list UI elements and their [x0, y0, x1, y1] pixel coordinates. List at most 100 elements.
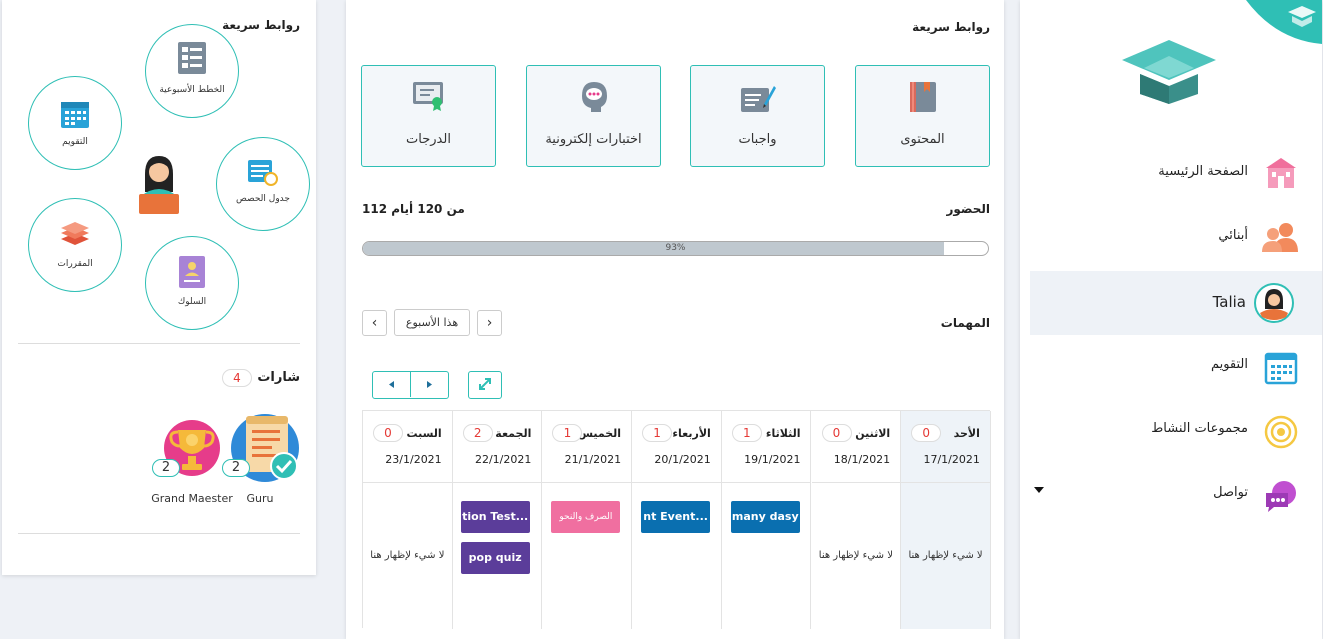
calendar-event[interactable]: tion Test...: [460, 501, 530, 533]
day-task-count: 2: [462, 424, 493, 442]
day-date: 23/1/2021: [385, 453, 442, 466]
dropdown-caret-icon[interactable]: [1034, 487, 1044, 493]
sidebar-item-label: تواصل: [1213, 485, 1248, 500]
day-column-thursday: الخميس 1 21/1/2021 الصرف والنحو: [542, 411, 633, 629]
sidebar-item-label: Talia: [1212, 293, 1246, 311]
sidebar-item-label: الصفحة الرئيسية: [1158, 164, 1248, 179]
calendar-event[interactable]: pop quiz: [460, 542, 530, 574]
badge-name: Guru: [246, 492, 274, 505]
weekly-plan-icon: [177, 41, 207, 79]
day-column-friday: الجمعة 2 22/1/2021 tion Test... pop quiz: [452, 411, 543, 629]
calendar-event[interactable]: الصرف والنحو: [551, 501, 621, 533]
school-icon: [1264, 156, 1298, 194]
attendance-progress-text: 93%: [665, 243, 686, 253]
books-icon: [59, 221, 91, 251]
behavior-icon: [178, 255, 206, 293]
quick-box-label: الدرجات: [406, 132, 451, 147]
empty-day-text: لا شيء لإظهار هنا: [908, 550, 983, 561]
quick-link-label: السلوك: [177, 297, 207, 307]
day-date: 20/1/2021: [654, 453, 711, 466]
day-task-count: 0: [373, 424, 403, 442]
sidebar-item-home[interactable]: الصفحة الرئيسية: [1030, 142, 1322, 206]
badge-count: 2: [152, 459, 180, 477]
week-prev-button[interactable]: ‹: [362, 310, 387, 336]
divider: [18, 343, 300, 344]
quick-link-behavior[interactable]: السلوك: [145, 236, 239, 330]
week-calendar: السبت 0 23/1/2021 لا شيء لإظهار هنا الجمعة…: [362, 410, 991, 629]
day-name: السبت: [406, 427, 442, 440]
certificate-icon: [412, 80, 446, 116]
empty-day-text: لا شيء لإظهار هنا: [370, 550, 445, 561]
quick-links-title: روابط سريعة: [912, 20, 990, 34]
avatar-icon: [1254, 283, 1294, 327]
badges-count: 4: [222, 369, 252, 387]
quick-box-online-exams[interactable]: اختبارات إلكترونية: [526, 65, 661, 167]
calendar-icon: [60, 99, 90, 133]
attendance-label: الحضور: [946, 202, 990, 216]
day-column-wednesday: الأربعاء 1 20/1/2021 nt Event...: [632, 411, 722, 629]
sidebar-item-calendar[interactable]: التقويم: [1030, 335, 1322, 399]
day-column-sunday: الأحد 0 17/1/2021 لا شيء لإظهار هنا: [901, 411, 991, 629]
sidebar-item-communication[interactable]: تواصل: [1030, 463, 1322, 527]
day-task-count: 1: [731, 424, 762, 442]
quick-box-grades[interactable]: الدرجات: [361, 65, 496, 167]
quick-links-panel: روابط سريعة الخطط الأسبوعية التقويم جدول…: [2, 0, 316, 575]
calendar-next-button[interactable]: [410, 372, 448, 397]
main-panel: روابط سريعة المحتوى واجبات اختبارات إلكت…: [346, 0, 1004, 639]
divider: [18, 533, 300, 534]
schedule-icon: [247, 158, 279, 192]
attendance-value: 112 من 120 أيام: [362, 202, 465, 216]
expand-button[interactable]: [468, 371, 502, 399]
day-task-count: 1: [642, 424, 673, 442]
quick-link-weekly-plans[interactable]: الخطط الأسبوعية: [145, 24, 239, 118]
badge-grand-maester[interactable]: 2 Grand Maester: [150, 412, 234, 512]
quick-link-courses[interactable]: المقررات: [28, 198, 122, 292]
day-name: الجمعة: [495, 427, 532, 440]
this-week-button[interactable]: هذا الأسبوع: [394, 309, 470, 336]
sidebar-item-activity-groups[interactable]: مجموعات النشاط: [1030, 399, 1322, 463]
book-icon: [908, 80, 938, 118]
chat-head-icon: [579, 80, 609, 118]
chat-icon: [1264, 479, 1298, 517]
day-name: الأحد: [953, 427, 980, 440]
calendar-event[interactable]: nt Event...: [641, 501, 711, 533]
quick-link-calendar[interactable]: التقويم: [28, 76, 122, 170]
school-logo-icon: [1114, 38, 1224, 110]
sidebar-item-talia[interactable]: Talia: [1030, 271, 1322, 335]
week-next-button[interactable]: ›: [477, 310, 502, 336]
student-avatar-illustration: [135, 152, 183, 218]
sidebar: الصفحة الرئيسية أبنائي Talia التقويم مجم…: [1020, 0, 1322, 639]
target-icon: [1264, 415, 1298, 453]
day-name: الأربعاء: [672, 427, 711, 440]
day-column-saturday: السبت 0 23/1/2021 لا شيء لإظهار هنا: [363, 411, 453, 629]
day-name: الخميس: [577, 427, 622, 440]
empty-day-text: لا شيء لإظهار هنا: [818, 550, 893, 561]
badge-guru[interactable]: 2 Guru: [222, 412, 300, 512]
day-date: 17/1/2021: [923, 453, 980, 466]
quick-links-title: روابط سريعة: [222, 18, 300, 32]
day-column-tuesday: الثلاثاء 1 19/1/2021 many dasy: [721, 411, 812, 629]
day-date: 18/1/2021: [833, 453, 891, 466]
day-date: 22/1/2021: [474, 453, 532, 466]
children-icon: [1262, 220, 1298, 258]
quick-link-label: الخطط الأسبوعية: [159, 85, 225, 95]
quick-box-content[interactable]: المحتوى: [855, 65, 990, 167]
badges-title: شارات: [257, 370, 300, 385]
calendar-prev-button[interactable]: [373, 372, 411, 397]
quick-link-label: جدول الحصص: [236, 194, 290, 204]
sidebar-item-label: أبنائي: [1218, 228, 1248, 243]
day-task-count: 0: [821, 424, 852, 442]
day-name: الثلاثاء: [765, 427, 801, 440]
calendar-event[interactable]: many dasy: [730, 501, 800, 533]
sidebar-item-label: التقويم: [1210, 357, 1248, 372]
day-column-monday: الاثنين 0 18/1/2021 لا شيء لإظهار هنا: [811, 411, 902, 629]
quick-box-homework[interactable]: واجبات: [690, 65, 825, 167]
day-date: 19/1/2021: [744, 453, 801, 466]
quick-link-schedule[interactable]: جدول الحصص: [216, 137, 310, 231]
attendance-progress-bar: 93%: [362, 241, 989, 256]
expand-icon: [470, 378, 500, 400]
sidebar-item-label: مجموعات النشاط: [1151, 421, 1248, 436]
day-name: الاثنين: [855, 427, 891, 440]
quick-box-label: اختبارات إلكترونية: [545, 132, 642, 147]
sidebar-item-children[interactable]: أبنائي: [1030, 206, 1322, 270]
